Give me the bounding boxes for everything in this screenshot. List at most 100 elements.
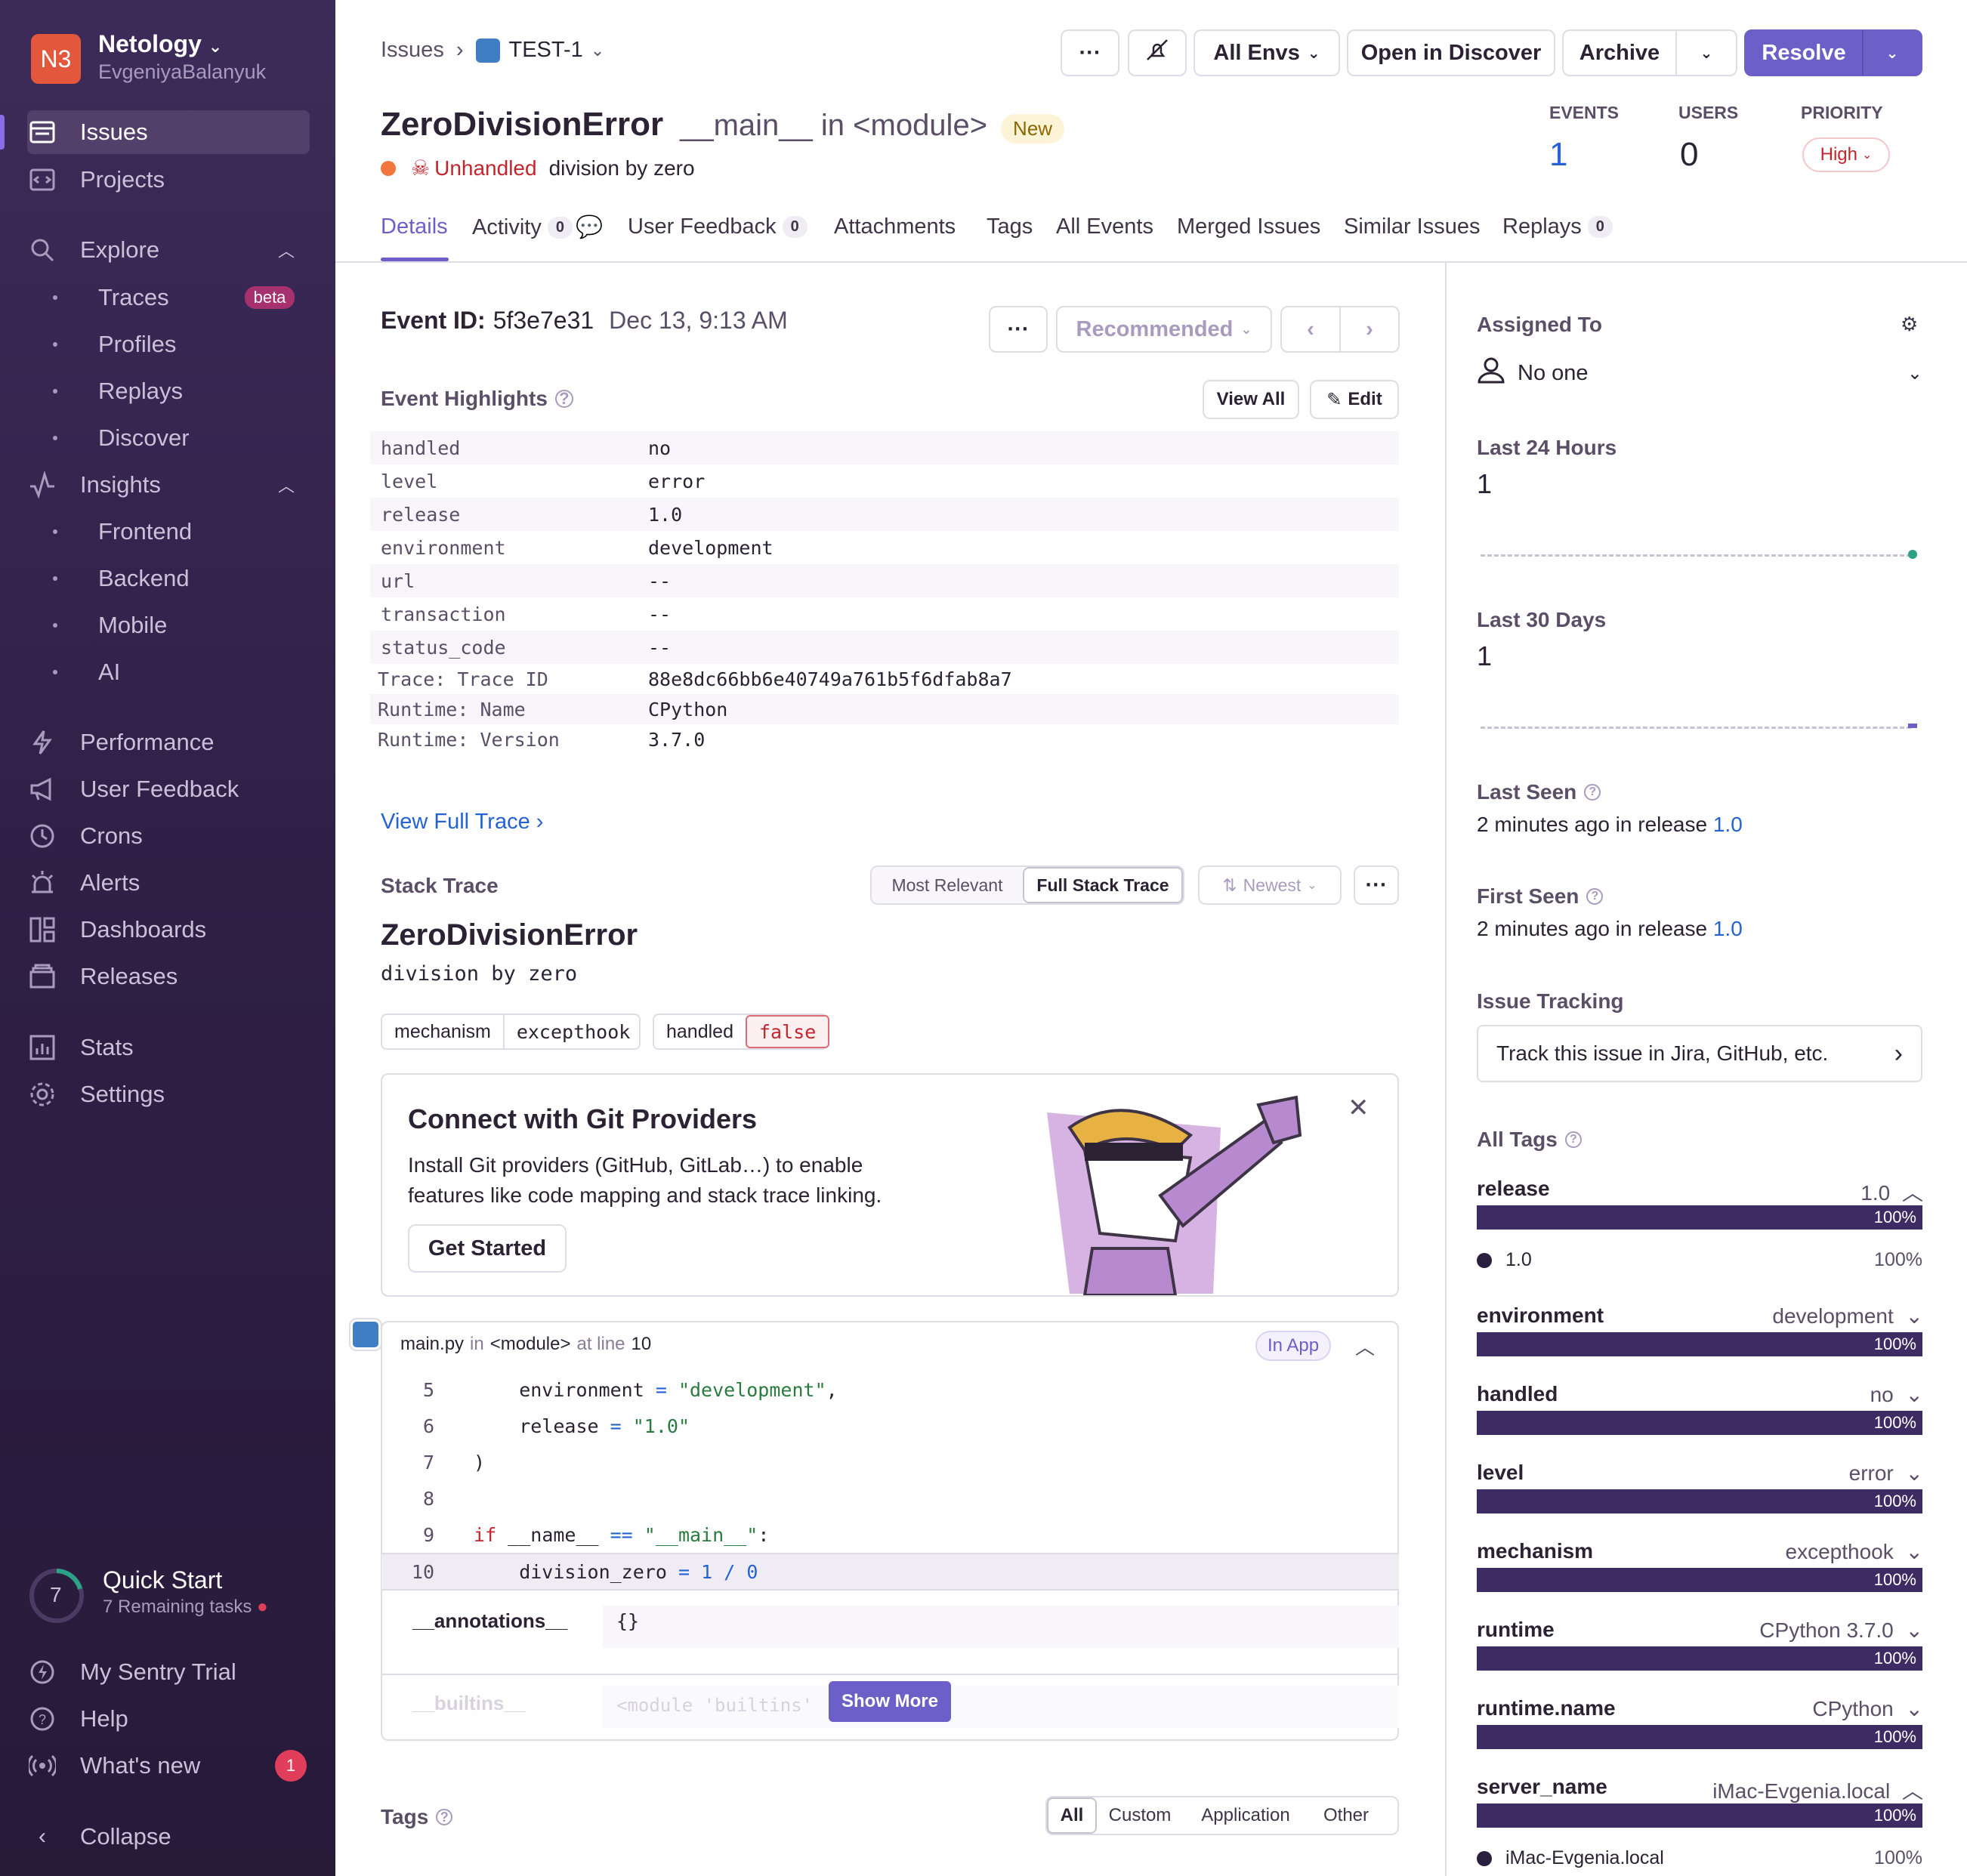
show-more-button[interactable]: Show More <box>829 1681 951 1722</box>
tags-filter-all[interactable]: All <box>1047 1797 1097 1834</box>
environment-dropdown[interactable]: All Envs ⌄ <box>1193 29 1340 76</box>
code-line: 8 <box>422 1487 434 1510</box>
most-relevant-toggle[interactable]: Most Relevant <box>872 867 1023 903</box>
tag-distribution-bar[interactable]: 100% <box>1477 1411 1922 1435</box>
sidebar-item-help[interactable]: ? Help <box>27 1697 310 1741</box>
tags-filter-custom[interactable]: Custom <box>1097 1805 1183 1826</box>
breadcrumb-issues[interactable]: Issues <box>381 38 444 63</box>
recommended-dropdown[interactable]: Recommended ⌄ <box>1056 306 1272 353</box>
tag-distribution-bar[interactable]: 100% <box>1477 1489 1922 1513</box>
sidebar-item-frontend[interactable]: Frontend <box>27 513 192 551</box>
archive-button[interactable]: Archive <box>1562 29 1677 76</box>
sidebar-item-ai[interactable]: AI <box>27 653 120 691</box>
edit-highlights-button[interactable]: ✎ Edit <box>1310 380 1399 419</box>
breadcrumb-current[interactable]: TEST-1 <box>509 38 583 63</box>
tab-similar-issues[interactable]: Similar Issues <box>1344 214 1481 239</box>
org-name[interactable]: Netology ⌄ <box>98 30 222 58</box>
sidebar-item-crons[interactable]: Crons <box>27 814 310 858</box>
tag-distribution-bar[interactable]: 100% <box>1477 1568 1922 1592</box>
sidebar-item-projects[interactable]: Projects <box>27 158 310 202</box>
help-icon: ? <box>27 1704 57 1734</box>
event-more-button[interactable]: ··· <box>989 306 1048 353</box>
tag-value[interactable]: CPython ⌄ <box>1812 1696 1923 1721</box>
sort-dropdown[interactable]: ⇅ Newest ⌄ <box>1198 865 1342 905</box>
resolve-options-button[interactable]: ⌄ <box>1862 29 1922 76</box>
close-icon[interactable]: ✕ <box>1348 1093 1369 1123</box>
quick-start-progress[interactable]: 7 <box>27 1566 86 1625</box>
tab-merged-issues[interactable]: Merged Issues <box>1177 214 1320 239</box>
tag-distribution-bar[interactable]: 100% <box>1477 1646 1922 1671</box>
gear-icon[interactable]: ⚙ <box>1901 313 1918 336</box>
sidebar-item-replays[interactable]: Replays <box>27 372 183 410</box>
sidebar-item-whats-new[interactable]: What's new 1 <box>27 1744 310 1788</box>
tag-name[interactable]: environment <box>1477 1304 1604 1328</box>
tag-value[interactable]: CPython 3.7.0 ⌄ <box>1759 1618 1923 1643</box>
tag-value[interactable]: excepthook ⌄ <box>1786 1539 1923 1564</box>
tag-distribution-bar[interactable]: 100% <box>1477 1803 1922 1828</box>
tab-details[interactable]: Details <box>381 214 448 239</box>
tags-filter-application[interactable]: Application <box>1183 1805 1308 1826</box>
tag-name[interactable]: level <box>1477 1461 1524 1485</box>
tag-name[interactable]: handled <box>1477 1382 1558 1406</box>
sidebar-item-dashboards[interactable]: Dashboards <box>27 908 310 952</box>
sidebar-collapse[interactable]: ‹ Collapse <box>27 1815 310 1859</box>
chevron-up-icon[interactable]: ︿ <box>1355 1332 1375 1360</box>
more-actions-button[interactable]: ··· <box>1061 29 1119 76</box>
issue-tracking-button[interactable]: Track this issue in Jira, GitHub, etc. › <box>1477 1025 1922 1082</box>
get-started-button[interactable]: Get Started <box>408 1224 567 1273</box>
archive-options-button[interactable]: ⌄ <box>1675 29 1737 76</box>
full-stack-trace-toggle[interactable]: Full Stack Trace <box>1023 867 1183 903</box>
sidebar-item-insights[interactable]: Insights ︿ <box>27 463 310 507</box>
mute-button[interactable] <box>1128 29 1187 76</box>
sidebar-item-traces[interactable]: Traces beta <box>27 279 295 316</box>
sidebar-item-settings[interactable]: Settings <box>27 1072 310 1116</box>
tag-name[interactable]: runtime <box>1477 1618 1555 1642</box>
sidebar-item-stats[interactable]: Stats <box>27 1026 310 1069</box>
tag-value[interactable]: error ⌄ <box>1849 1461 1923 1486</box>
sidebar-item-profiles[interactable]: Profiles <box>27 326 176 363</box>
tab-user-feedback[interactable]: User Feedback 0 <box>628 214 807 239</box>
tag-name[interactable]: release <box>1477 1177 1550 1201</box>
view-full-trace-link[interactable]: View Full Trace › <box>381 810 543 835</box>
tag-name[interactable]: server_name <box>1477 1775 1607 1799</box>
tag-value[interactable]: no ⌄ <box>1870 1382 1923 1407</box>
resolve-button[interactable]: Resolve <box>1744 29 1864 76</box>
tag-name[interactable]: mechanism <box>1477 1539 1593 1563</box>
view-all-button[interactable]: View All <box>1203 380 1299 419</box>
sidebar-item-performance[interactable]: Performance <box>27 720 310 764</box>
sidebar-item-backend[interactable]: Backend <box>27 560 190 597</box>
tag-distribution-bar[interactable]: 100% <box>1477 1725 1922 1749</box>
frame-header[interactable]: main.py in <module> at line 10 <box>400 1334 651 1355</box>
sidebar-item-issues[interactable]: Issues <box>27 110 310 154</box>
tag-value[interactable]: iMac-Evgenia.local ︿ <box>1712 1775 1923 1805</box>
tag-name[interactable]: runtime.name <box>1477 1696 1616 1720</box>
tab-activity[interactable]: Activity 0 💬 <box>472 214 603 240</box>
tab-replays[interactable]: Replays 0 <box>1502 214 1613 239</box>
sidebar-item-user-feedback[interactable]: User Feedback <box>27 767 310 811</box>
sidebar-item-trial[interactable]: My Sentry Trial <box>27 1650 310 1694</box>
events-count[interactable]: 1 <box>1549 136 1567 174</box>
assignee-dropdown[interactable]: No one ⌄ <box>1477 356 1922 390</box>
tab-attachments[interactable]: Attachments <box>834 214 956 239</box>
sidebar-item-explore[interactable]: Explore ︿ <box>27 228 310 272</box>
priority-dropdown[interactable]: High ⌄ <box>1802 137 1890 172</box>
quick-start-title[interactable]: Quick Start <box>103 1566 222 1594</box>
open-in-discover-button[interactable]: Open in Discover <box>1347 29 1555 76</box>
tab-all-events[interactable]: All Events <box>1056 214 1153 239</box>
tag-distribution-bar[interactable]: 100% <box>1477 1205 1922 1230</box>
org-avatar[interactable]: N3 <box>31 34 81 84</box>
previous-event-button[interactable]: ‹ <box>1280 306 1341 353</box>
sidebar-item-alerts[interactable]: Alerts <box>27 861 310 905</box>
tab-tags[interactable]: Tags <box>987 214 1033 239</box>
sidebar-item-mobile[interactable]: Mobile <box>27 606 167 644</box>
tag-value[interactable]: 1.0 ︿ <box>1860 1177 1923 1207</box>
sort-icon: ⇅ <box>1222 875 1237 895</box>
sidebar-item-discover[interactable]: Discover <box>27 419 190 457</box>
next-event-button[interactable]: › <box>1339 306 1400 353</box>
tag-value[interactable]: development ⌄ <box>1772 1304 1923 1328</box>
tag-distribution-bar[interactable]: 100% <box>1477 1332 1922 1356</box>
event-id[interactable]: 5f3e7e31 <box>493 307 594 335</box>
sidebar-item-releases[interactable]: Releases <box>27 955 310 998</box>
tags-filter-other[interactable]: Other <box>1308 1805 1384 1826</box>
stack-more-button[interactable]: ··· <box>1354 865 1399 905</box>
